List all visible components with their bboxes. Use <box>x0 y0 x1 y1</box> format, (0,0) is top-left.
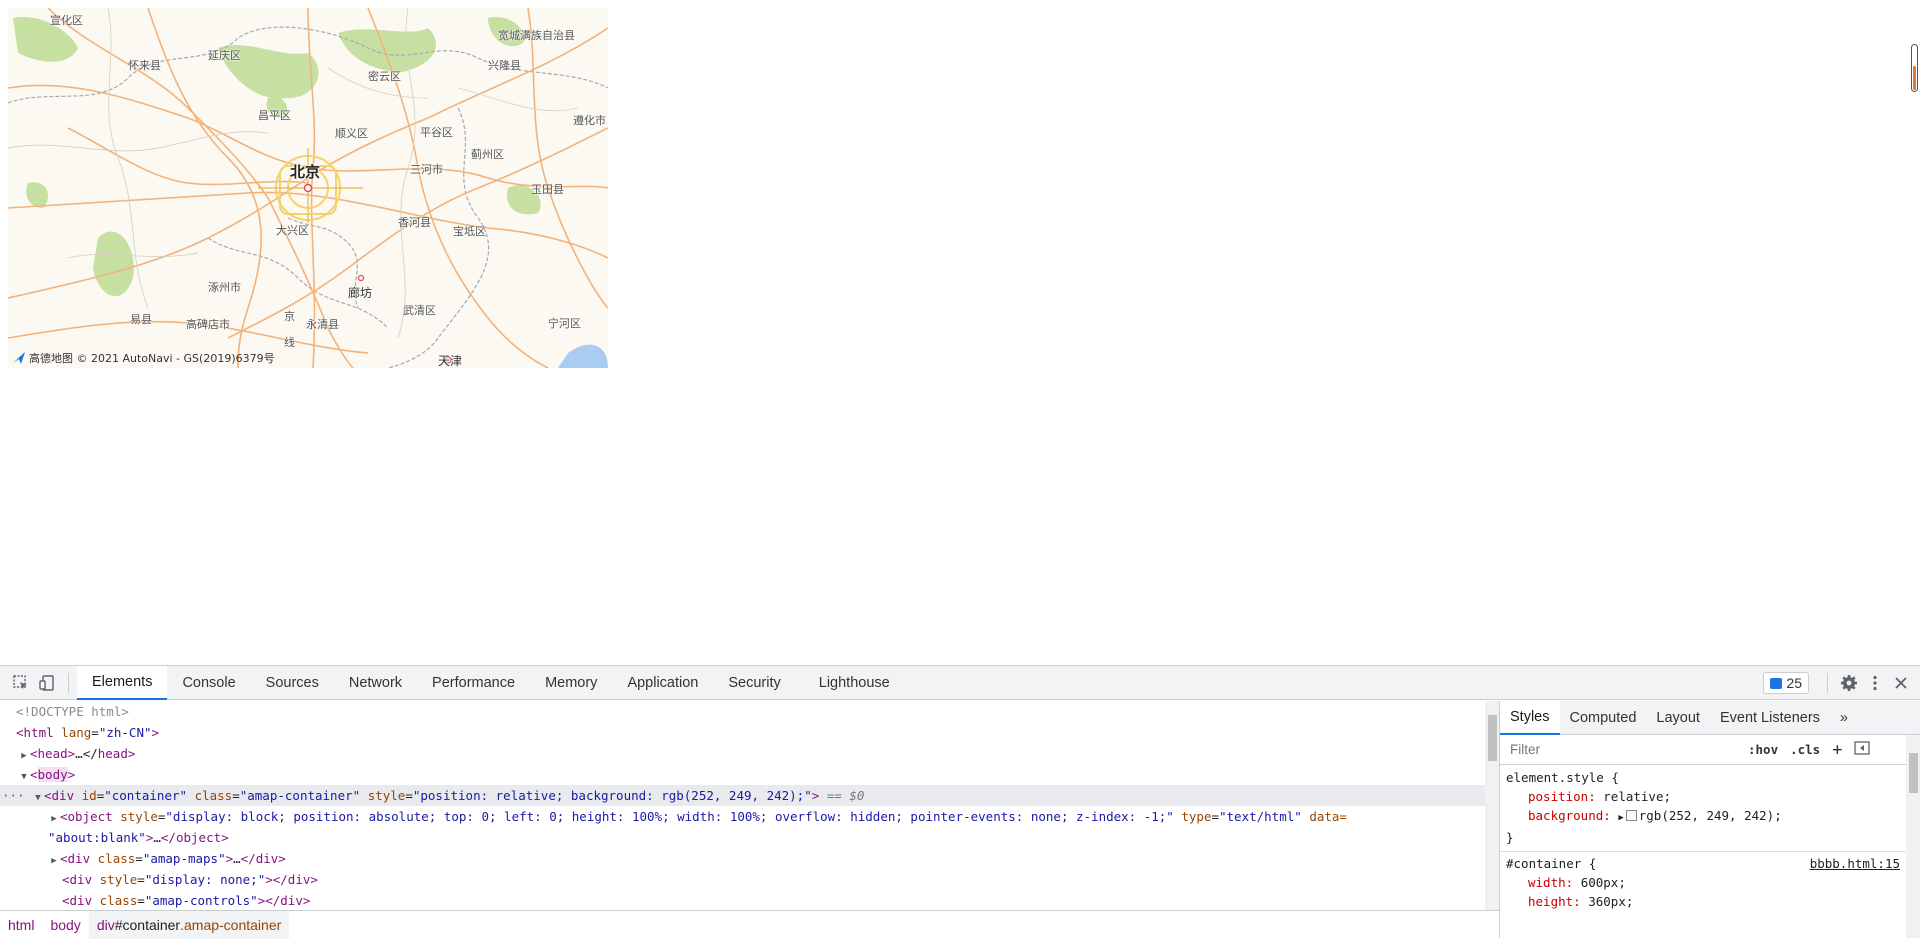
tab-elements[interactable]: Elements <box>77 665 168 700</box>
dom-tree[interactable]: <!DOCTYPE html> <html lang="zh-CN"> ▶ <he… <box>0 701 1485 910</box>
toolbar-divider <box>68 672 69 693</box>
map-label-yutian: 玉田县 <box>531 183 564 196</box>
color-swatch-icon[interactable] <box>1625 810 1637 821</box>
page-scrollbar-thumb[interactable] <box>1910 40 1920 96</box>
rule-element-style[interactable]: element.style { position: relative; back… <box>1500 766 1906 852</box>
elements-panel: <!DOCTYPE html> <html lang="zh-CN"> ▶ <he… <box>0 701 1500 939</box>
devtools-toolbar: Elements Console Sources Network Perform… <box>0 665 1920 700</box>
breadcrumb-body[interactable]: body <box>42 911 88 939</box>
settings-gear-icon[interactable] <box>1836 670 1862 696</box>
toggle-sidebar-icon[interactable] <box>1848 741 1876 758</box>
style-prop-height: height: 360px; <box>1528 894 1634 909</box>
map-label-yixian: 易县 <box>130 313 152 326</box>
inspect-element-icon[interactable] <box>8 670 34 696</box>
map-label-changping: 昌平区 <box>258 109 291 122</box>
styles-scrollbar[interactable] <box>1906 735 1920 938</box>
dom-node-body[interactable]: ▼ <body> <box>0 764 1485 785</box>
node-actions-ellipsis-icon[interactable]: ··· <box>0 785 32 806</box>
tab-performance[interactable]: Performance <box>417 666 530 700</box>
issues-icon <box>1770 677 1783 689</box>
rule-container[interactable]: #container { bbbb.html:15 width: 600px; … <box>1500 852 1906 915</box>
map-copyright: 高德地图 © 2021 AutoNavi - GS(2019)6379号 <box>12 350 275 366</box>
tab-memory[interactable]: Memory <box>530 666 612 700</box>
style-prop-background: background: ▶ rgb(252, 249, 242); <box>1528 808 1782 823</box>
page-viewport: 宣化区 怀来县 延庆区 密云区 宽城满族自治县 兴隆县 昌平区 顺义区 平谷区 … <box>0 0 1920 665</box>
tab-computed[interactable]: Computed <box>1560 701 1647 735</box>
tab-styles[interactable]: Styles <box>1500 700 1560 735</box>
styles-filter-input[interactable] <box>1504 738 1734 761</box>
map-label-jing: 京 <box>284 310 295 323</box>
device-toolbar-icon[interactable] <box>34 670 60 696</box>
dom-node-hidden-div[interactable]: <div style="display: none;"></div> <box>0 869 1485 890</box>
devtools-panel: Elements Console Sources Network Perform… <box>0 665 1920 939</box>
dom-tree-scrollbar[interactable] <box>1485 701 1499 910</box>
style-rules: element.style { position: relative; back… <box>1500 766 1906 938</box>
map-label-zhuozhou: 涿州市 <box>208 281 241 294</box>
map-copyright-text: 高德地图 © 2021 AutoNavi - GS(2019)6379号 <box>29 352 275 365</box>
toggle-hover-state-button[interactable]: :hov <box>1742 742 1784 757</box>
tab-sources[interactable]: Sources <box>251 666 334 700</box>
dom-node-html[interactable]: <html lang="zh-CN"> <box>0 722 1485 743</box>
map-label-shunyi: 顺义区 <box>335 127 368 140</box>
map-label-wuqing: 武清区 <box>403 304 436 317</box>
map-label-miyun: 密云区 <box>368 70 401 83</box>
map-label-beijing: 北京 <box>290 163 321 181</box>
dom-node-amap-maps[interactable]: ▶ <div class="amap-maps">…</div> <box>0 848 1485 869</box>
dom-node-container-selected[interactable]: ··· ▼ <div id="container" class="amap-cont… <box>0 785 1485 806</box>
style-prop-width: width: 600px; <box>1528 875 1626 890</box>
close-devtools-icon[interactable] <box>1888 670 1914 696</box>
tab-layout[interactable]: Layout <box>1646 701 1710 735</box>
map-label-xuanhua: 宣化区 <box>50 14 83 27</box>
styles-filter-row: :hov .cls + <box>1500 735 1920 765</box>
tab-network[interactable]: Network <box>334 666 417 700</box>
breadcrumb: html body div #container .amap-container <box>0 910 1499 939</box>
issues-count: 25 <box>1786 675 1802 691</box>
map-label-pinggu: 平谷区 <box>420 126 453 139</box>
breadcrumb-html[interactable]: html <box>0 911 42 939</box>
dom-node-head[interactable]: ▶ <head>…</head> <box>0 743 1485 764</box>
map-label-yanqing: 延庆区 <box>208 49 241 62</box>
map-label-tianjin: 天津 <box>438 354 463 368</box>
map-label-yongqing: 永清县 <box>306 318 339 331</box>
breadcrumb-container[interactable]: div #container .amap-container <box>88 910 290 939</box>
dom-node-doctype[interactable]: <!DOCTYPE html> <box>0 701 1485 722</box>
toolbar-divider-right <box>1827 673 1828 693</box>
issues-counter-button[interactable]: 25 <box>1763 672 1809 694</box>
style-prop-position: position: relative; <box>1528 789 1672 804</box>
tab-event-listeners[interactable]: Event Listeners <box>1710 701 1830 735</box>
map-label-daxing: 大兴区 <box>276 224 309 237</box>
amap-container[interactable]: 宣化区 怀来县 延庆区 密云区 宽城满族自治县 兴隆县 昌平区 顺义区 平谷区 … <box>8 8 608 368</box>
dom-node-object-continued[interactable]: "about:blank">…</object> <box>0 827 1485 848</box>
styles-tabs: Styles Computed Layout Event Listeners » <box>1500 700 1920 735</box>
dom-node-amap-controls[interactable]: <div class="amap-controls"></div> <box>0 890 1485 910</box>
more-tabs-chevron-icon[interactable]: » <box>1830 701 1858 735</box>
amap-logo-icon <box>13 352 25 364</box>
map-label-xianghe: 香河县 <box>398 216 431 229</box>
map-label-jizhou: 蓟州区 <box>471 148 504 161</box>
map-label-baodi: 宝坻区 <box>453 225 486 238</box>
tab-console[interactable]: Console <box>167 666 250 700</box>
map-label-kuancheng: 宽城满族自治县 <box>498 29 575 42</box>
map-label-sanhe: 三河市 <box>410 163 443 176</box>
toggle-classes-button[interactable]: .cls <box>1784 742 1826 757</box>
map-label-huailai: 怀来县 <box>128 59 161 72</box>
tab-application[interactable]: Application <box>612 666 713 700</box>
map-label-ninghe: 宁河区 <box>548 317 581 330</box>
new-style-rule-plus-icon[interactable]: + <box>1826 740 1848 760</box>
map-label-zunhua: 遵化市 <box>573 114 606 127</box>
rule-source-link[interactable]: bbbb.html:15 <box>1810 854 1900 873</box>
map-label-xinglong: 兴隆县 <box>488 59 521 72</box>
tab-lighthouse[interactable]: Lighthouse <box>804 666 905 700</box>
styles-sidebar: Styles Computed Layout Event Listeners »… <box>1500 700 1920 938</box>
map-label-xian: 线 <box>284 336 295 349</box>
more-options-kebab-icon[interactable] <box>1862 670 1888 696</box>
tab-security[interactable]: Security <box>713 666 795 700</box>
dom-node-object[interactable]: ▶ <object style="display: block; position… <box>0 806 1485 827</box>
map-label-langfang: 廊坊 <box>348 286 373 300</box>
map-label-gaobeidian: 高碑店市 <box>186 318 230 331</box>
